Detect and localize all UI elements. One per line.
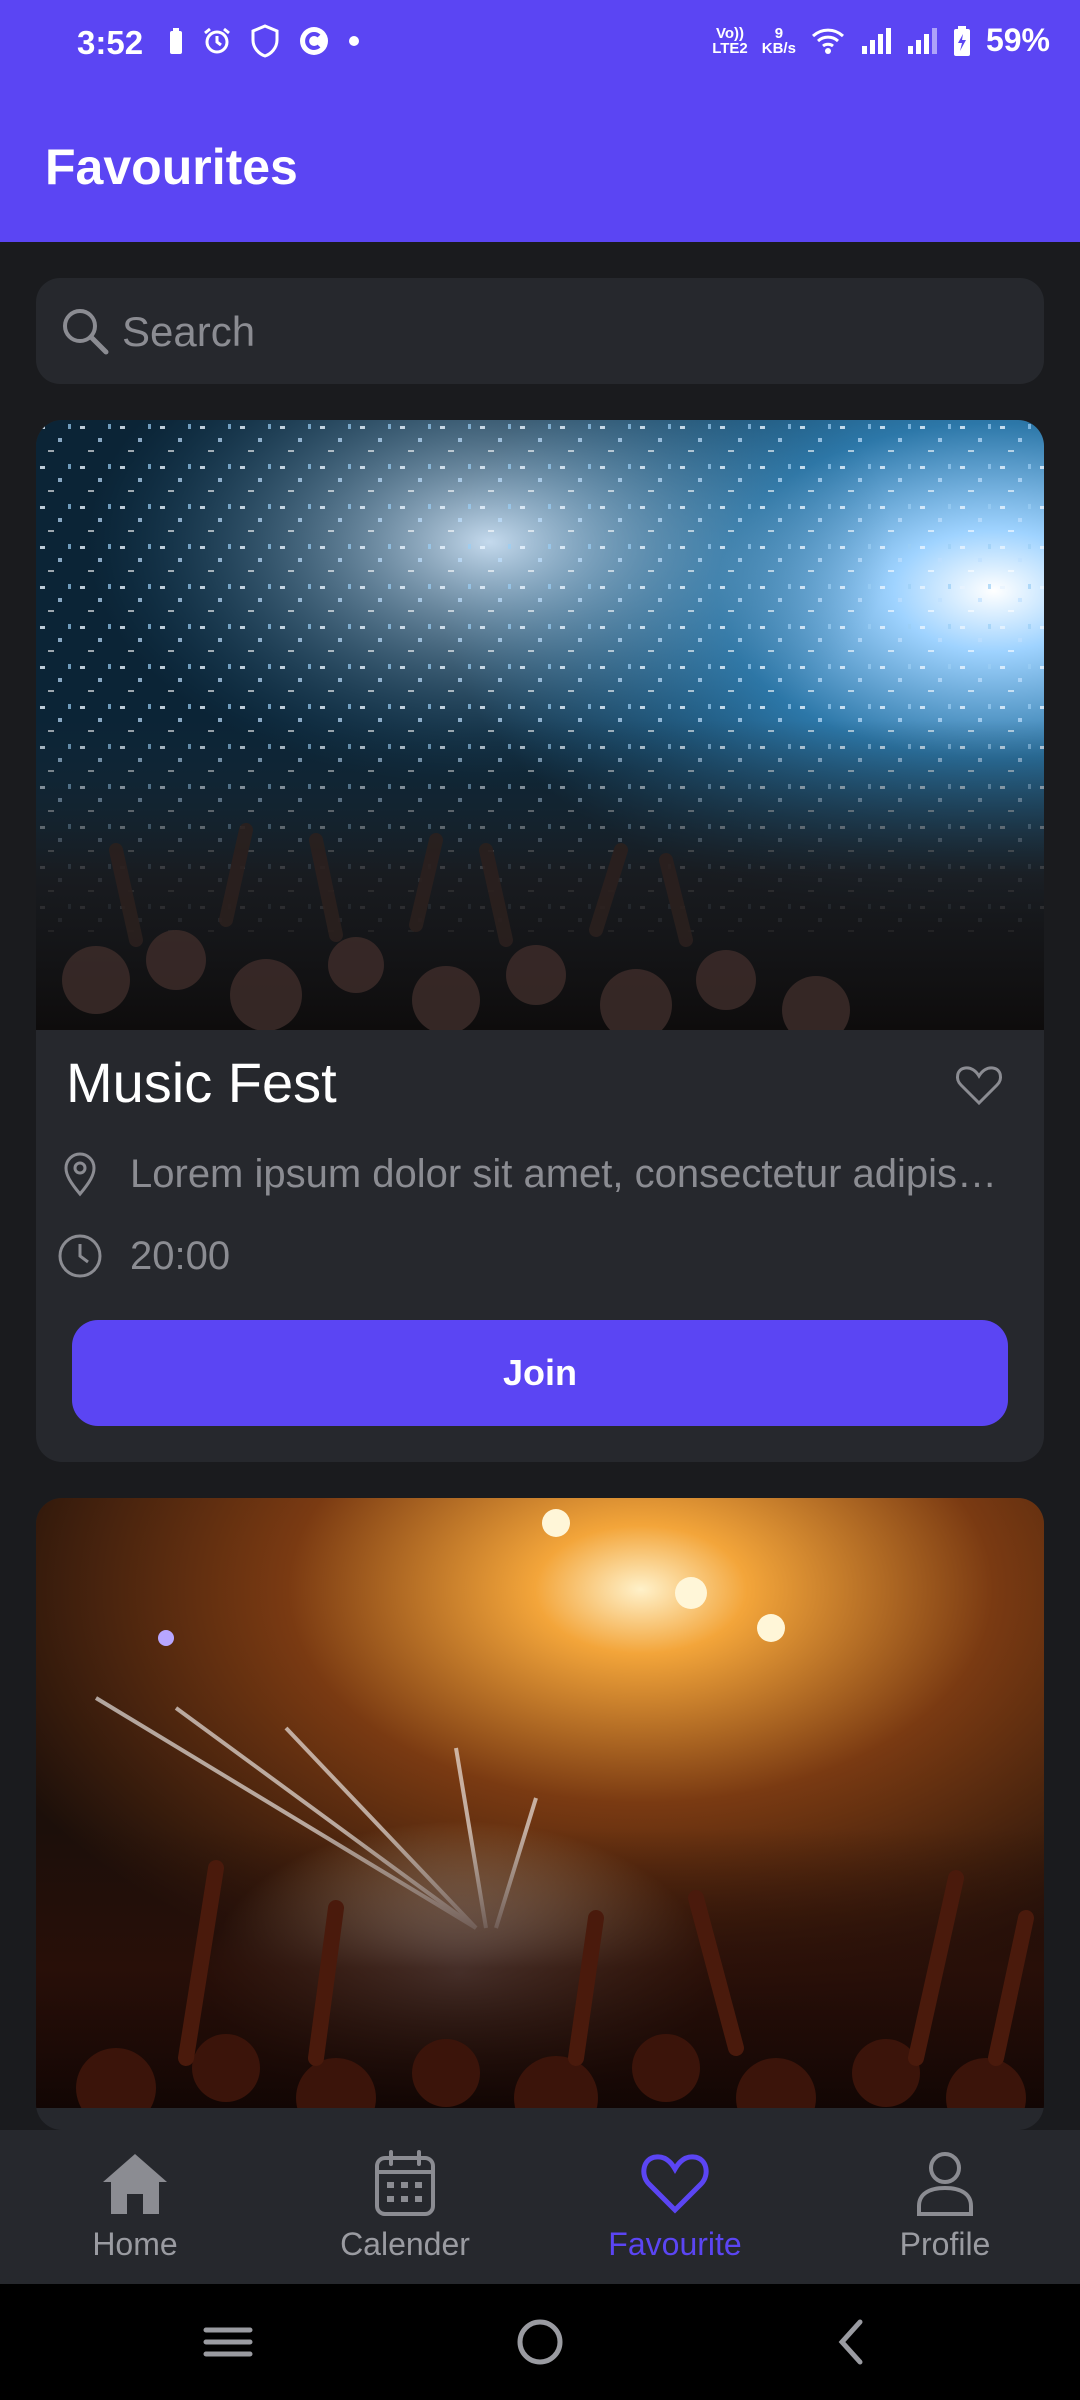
event-title: Music Fest: [66, 1051, 337, 1114]
search-icon: [63, 309, 109, 355]
profile-icon: [917, 2152, 973, 2216]
shield-icon: [251, 24, 279, 58]
battery-charging-icon: [953, 25, 970, 56]
c-app-icon: [300, 27, 328, 55]
status-time: 3:52: [77, 24, 144, 61]
nav-label-calender: Calender: [340, 2226, 470, 2262]
nav-label-profile: Profile: [899, 2226, 991, 2262]
battery-percentage: 59%: [985, 22, 1050, 58]
event-time-row: 20:00: [56, 1232, 230, 1280]
alarm-icon: [204, 27, 230, 54]
search-bar[interactable]: [36, 278, 1044, 386]
notification-icons: [168, 24, 360, 58]
nav-item-profile[interactable]: Profile: [810, 2130, 1080, 2284]
event-location: Lorem ipsum dolor sit amet, consectetur …: [130, 1151, 1010, 1196]
page-title: Favourites: [45, 139, 298, 195]
calendar-icon: [375, 2150, 435, 2216]
join-button[interactable]: Join: [72, 1320, 1008, 1426]
signal-icon-2: [907, 27, 937, 54]
wifi-icon: [811, 28, 844, 54]
event-card[interactable]: [36, 1498, 1044, 2130]
dot-icon: [349, 36, 359, 46]
favourite-heart-icon[interactable]: [954, 1060, 1004, 1110]
battery-saver-icon: [170, 28, 182, 54]
nav-label-home: Home: [92, 2226, 178, 2262]
event-photo-concert-stage: [36, 1498, 1044, 2108]
event-time: 20:00: [130, 1233, 231, 1278]
nav-item-favourite[interactable]: Favourite: [540, 2130, 810, 2284]
system-navigation-bar: [0, 2284, 1080, 2400]
system-status-icons: Vo)) LTE2 9 KB/s 59%: [712, 22, 1050, 59]
event-card[interactable]: Music Fest Lorem ipsum dolor sit amet, c…: [36, 420, 1044, 1462]
search-input[interactable]: [120, 278, 1024, 386]
app-bar: 3:52 Vo)) LTE2 9 KB/s 59% Favourites: [0, 0, 1080, 242]
recents-icon[interactable]: [198, 2312, 258, 2372]
bottom-navigation: Home Calender Favourite Profile: [0, 2130, 1080, 2284]
nav-item-calender[interactable]: Calender: [270, 2130, 540, 2284]
event-location-row: Lorem ipsum dolor sit amet, consectetur …: [56, 1150, 1016, 1198]
back-icon[interactable]: [822, 2312, 882, 2372]
home-button-icon[interactable]: [510, 2312, 570, 2372]
event-photo-concert-confetti: [36, 420, 1044, 1030]
heart-icon: [641, 2154, 709, 2214]
favourites-screen: 3:52 Vo)) LTE2 9 KB/s 59% Favourites Sea…: [0, 0, 1080, 2400]
data-speed-indicator: 9 KB/s: [761, 24, 796, 57]
status-bar: 3:52 Vo)) LTE2 9 KB/s 59%: [0, 0, 1080, 90]
clock-icon: [58, 1234, 102, 1278]
home-icon: [103, 2154, 167, 2214]
nav-label-favourite: Favourite: [608, 2226, 742, 2262]
location-pin-icon: [64, 1152, 96, 1197]
signal-icon: [861, 27, 891, 54]
nav-item-home[interactable]: Home: [0, 2130, 270, 2284]
volte-indicator: Vo)) LTE2: [712, 24, 748, 57]
